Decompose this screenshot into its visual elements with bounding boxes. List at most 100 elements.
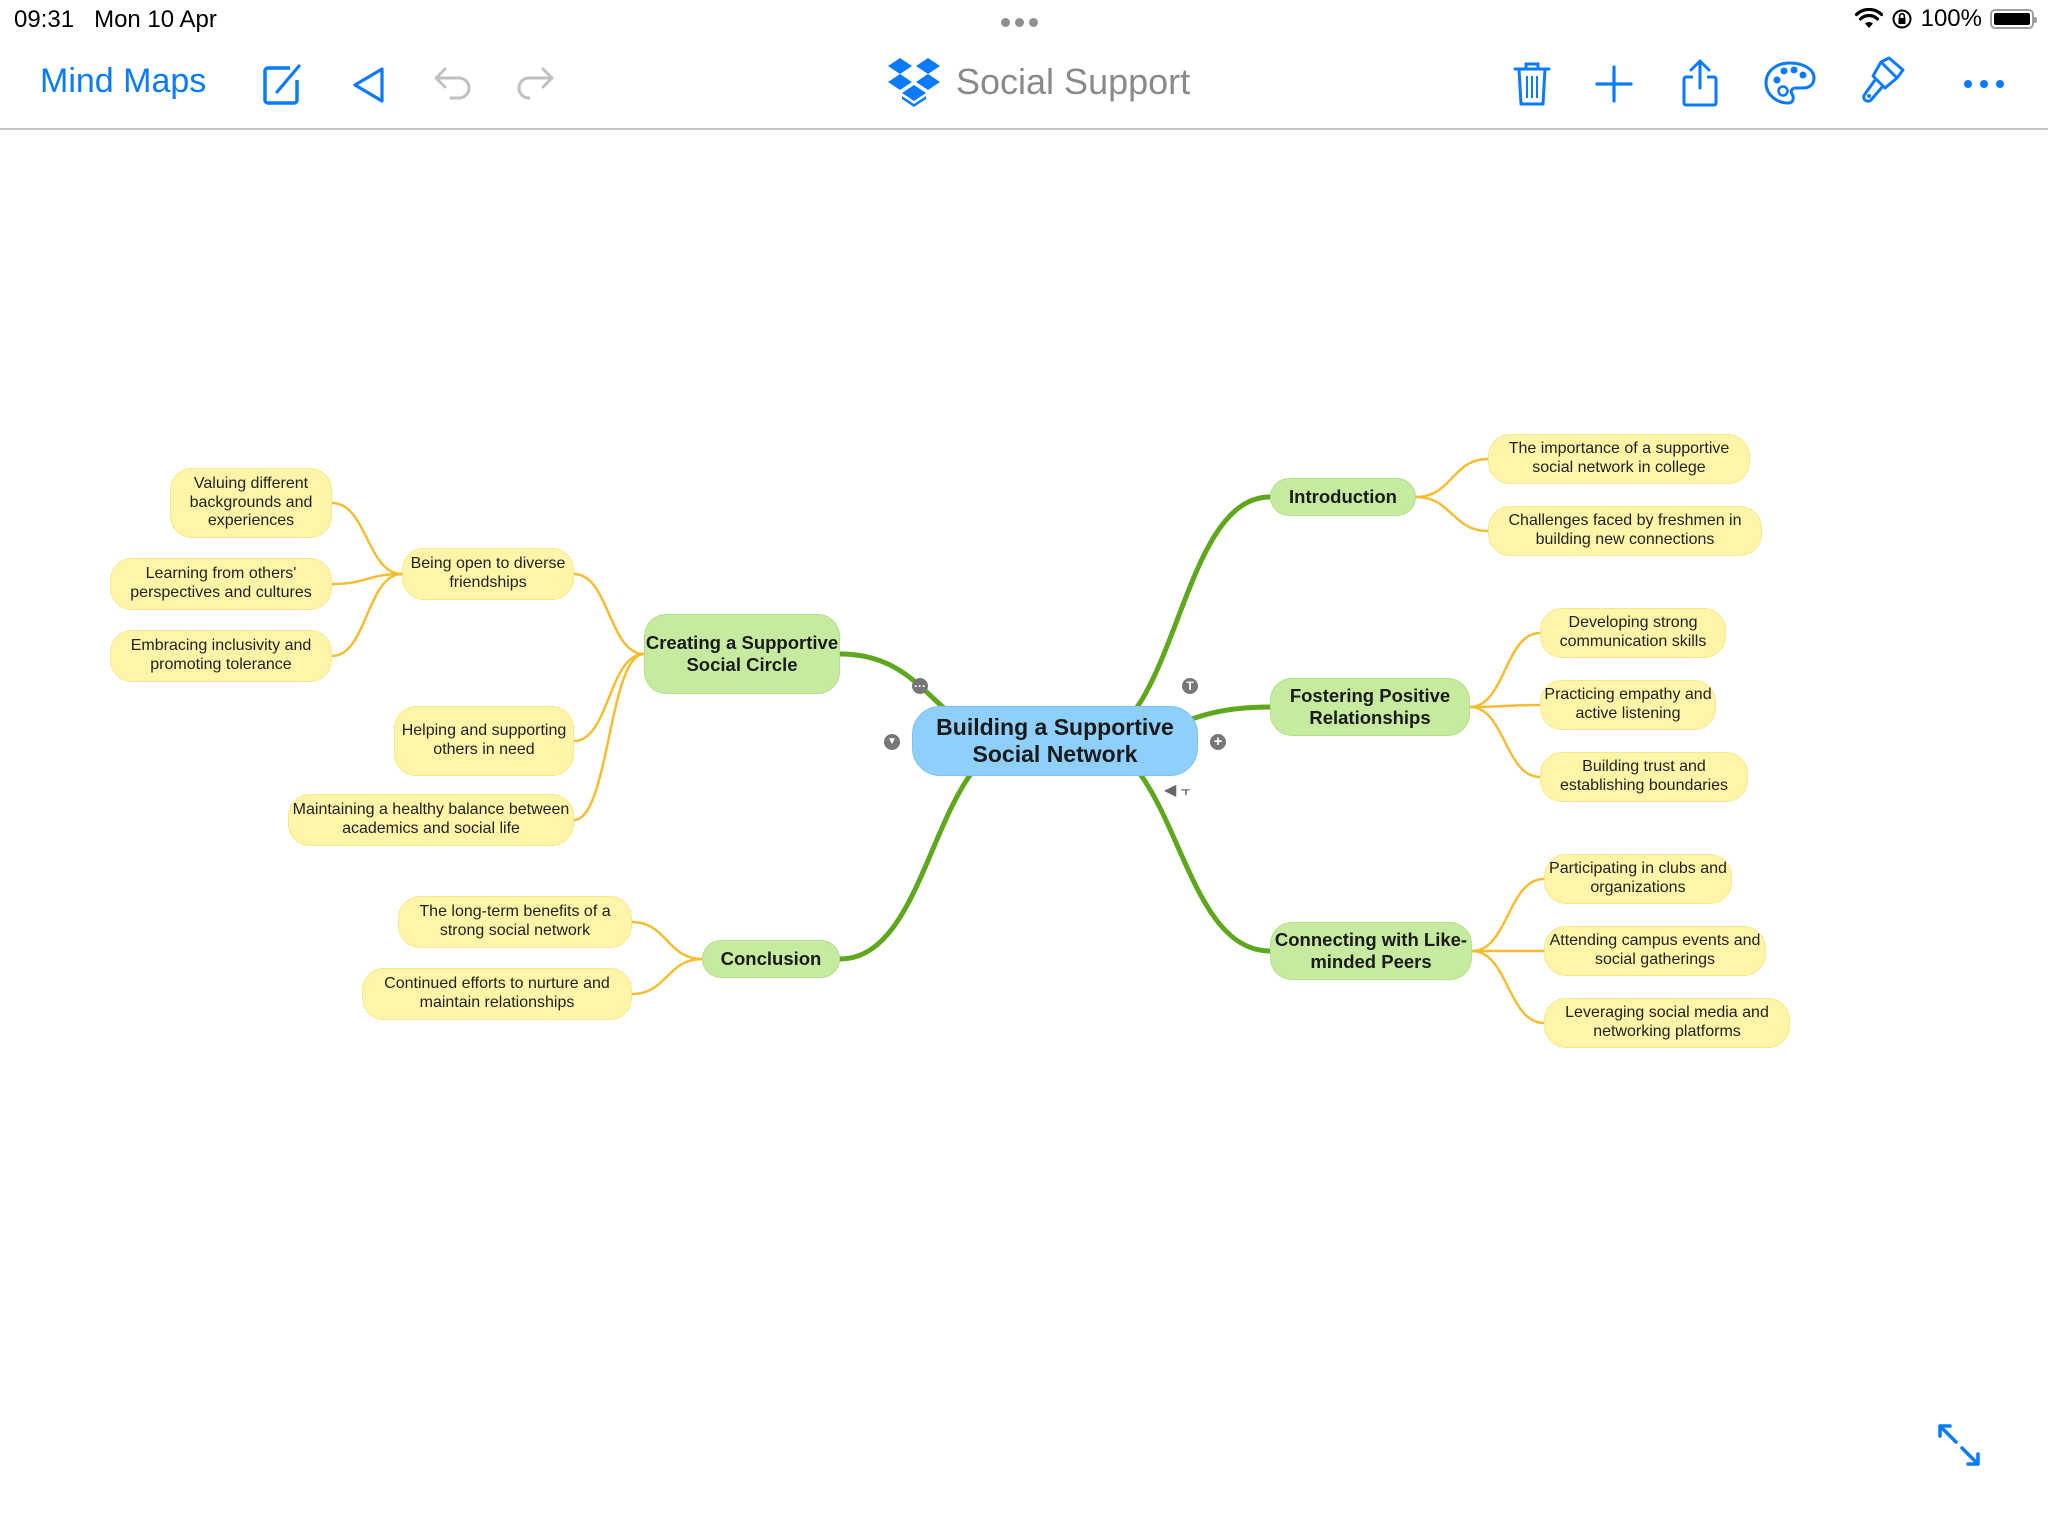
undo-icon (434, 67, 471, 100)
mindmap-canvas[interactable]: Building a Supportive Social Network Int… (0, 130, 2048, 1536)
leaf-link (1470, 877, 1546, 953)
leaf-node[interactable]: Participating in clubs and organizations (1544, 854, 1732, 904)
leaf-text: Being open to diverse friendships (410, 555, 566, 591)
branch-text: Introduction (1289, 486, 1397, 508)
style-button[interactable] (1762, 58, 1818, 108)
leaf-node[interactable]: Helping and supporting others in need (394, 706, 574, 776)
add-button[interactable] (1590, 60, 1638, 108)
leaf-link (1470, 949, 1546, 1025)
undo-button[interactable] (430, 62, 476, 108)
battery-icon (1990, 9, 2037, 29)
trash-icon (1513, 62, 1551, 106)
branch-node-introduction[interactable]: Introduction (1270, 478, 1416, 516)
redo-button[interactable] (512, 62, 558, 108)
leaf-link (630, 957, 704, 996)
document-title[interactable]: Social Support (886, 56, 1190, 108)
dropbox-icon (888, 58, 940, 107)
leaf-text: Valuing different backgrounds and experi… (189, 474, 313, 530)
plus-icon (1595, 65, 1633, 103)
delete-button[interactable] (1508, 58, 1556, 110)
leaf-text: Continued efforts to nurture and maintai… (384, 975, 610, 1011)
expand-arrows-icon (1938, 1424, 1980, 1466)
leaf-text: Building trust and establishing boundari… (1559, 758, 1729, 794)
leaf-link (572, 652, 646, 743)
more-handle-icon[interactable]: ··· (912, 678, 928, 694)
root-node[interactable]: Building a Supportive Social Network (912, 706, 1198, 776)
date-text: Mon 10 Apr (94, 6, 217, 33)
leaf-text: Learning from others' perspectives and c… (130, 565, 312, 601)
leaf-text: Embracing inclusivity and promoting tole… (130, 637, 312, 673)
leaf-node[interactable]: Leveraging social media and networking p… (1544, 998, 1790, 1048)
leaf-link (1414, 495, 1490, 533)
main-link (1082, 494, 1273, 744)
branch-node-fostering-positive-relationships[interactable]: Fostering Positive Relationships (1270, 678, 1470, 736)
paintbrush-icon (1862, 56, 1905, 103)
leaf-text: Participating in clubs and organizations (1549, 860, 1727, 896)
present-button[interactable] (346, 62, 392, 108)
leaf-link (1414, 457, 1490, 499)
leaf-node[interactable]: Challenges faced by freshmen in building… (1488, 506, 1762, 556)
leaf-link (330, 572, 404, 658)
leaf-node[interactable]: Valuing different backgrounds and experi… (170, 468, 332, 538)
leaf-text: Developing strong communication skills (1559, 614, 1707, 650)
wifi-icon (1854, 8, 1883, 28)
leaf-node[interactable]: Maintaining a healthy balance between ac… (288, 794, 574, 846)
edit-button[interactable] (258, 60, 308, 110)
format-painter-button[interactable] (1858, 54, 1908, 112)
more-icon (1964, 80, 2004, 88)
leaf-text: Maintaining a healthy balance between ac… (292, 801, 570, 837)
leaf-node[interactable]: Embracing inclusivity and promoting tole… (110, 630, 332, 682)
leaf-node[interactable]: Developing strong communication skills (1540, 608, 1726, 658)
text-handle-icon[interactable]: T (1182, 678, 1198, 694)
leaf-link (1468, 705, 1542, 779)
share-icon (1682, 59, 1718, 107)
leaf-text: The importance of a supportive social ne… (1508, 440, 1730, 476)
multitasking-dots-icon[interactable] (1001, 18, 1038, 27)
leaf-node[interactable]: Being open to diverse friendships (402, 548, 574, 600)
branch-text: Creating a Supportive Social Circle (645, 632, 839, 675)
root-node-text: Building a Supportive Social Network (936, 713, 1174, 767)
branch-node-connecting-with-peers[interactable]: Connecting with Like-minded Peers (1270, 922, 1472, 980)
leaf-text: The long-term benefits of a strong socia… (419, 903, 611, 939)
leaf-link (1468, 631, 1542, 709)
leaf-node[interactable]: Learning from others' perspectives and c… (110, 558, 332, 610)
leaf-link (630, 920, 704, 961)
more-button[interactable] (1960, 62, 2008, 106)
toolbar: Mind Maps Social Support (0, 40, 2048, 130)
branch-node-conclusion[interactable]: Conclusion (702, 940, 840, 978)
collapse-handle-icon[interactable]: ▼ (884, 734, 900, 750)
orientation-lock-icon (1892, 9, 1912, 29)
status-bar: 09:31 Mon 10 Apr 100% (0, 0, 2048, 40)
leaf-node[interactable]: Attending campus events and social gathe… (1544, 926, 1766, 976)
leaf-node[interactable]: Practicing empathy and active listening (1540, 680, 1716, 730)
leaf-text: Leveraging social media and networking p… (1565, 1004, 1769, 1040)
add-child-icon[interactable]: + (1210, 734, 1226, 750)
edit-icon (263, 64, 301, 105)
fullscreen-button[interactable] (1936, 1422, 1982, 1473)
leaf-node[interactable]: The long-term benefits of a strong socia… (398, 896, 632, 948)
leaf-node[interactable]: The importance of a supportive social ne… (1488, 434, 1750, 484)
leaf-node[interactable]: Building trust and establishing boundari… (1540, 752, 1748, 802)
branch-text: Fostering Positive Relationships (1289, 685, 1451, 728)
leaf-text: Practicing empathy and active listening (1544, 686, 1712, 722)
branch-node-creating-supportive-circle[interactable]: Creating a Supportive Social Circle (644, 614, 840, 694)
time-text: 09:31 (14, 6, 75, 33)
leaf-link (572, 572, 646, 656)
status-indicators: 100% (1854, 5, 2037, 33)
leaf-text: Attending campus events and social gathe… (1549, 932, 1761, 968)
play-triangle-icon (353, 67, 384, 103)
leaf-node[interactable]: Continued efforts to nurture and maintai… (362, 968, 632, 1020)
callout-icon[interactable]: ◀ ⫟ (1164, 780, 1190, 800)
leaf-text: Challenges faced by freshmen in building… (1508, 512, 1742, 548)
battery-percentage: 100% (1920, 5, 1982, 32)
share-button[interactable] (1676, 56, 1724, 110)
leaf-link (330, 501, 404, 576)
branch-text: Connecting with Like-minded Peers (1274, 929, 1468, 972)
leaf-text: Helping and supporting others in need (401, 722, 567, 758)
branch-text: Conclusion (720, 948, 822, 970)
mind-maps-back-button[interactable]: Mind Maps (40, 62, 206, 101)
palette-icon (1764, 61, 1816, 105)
redo-icon (517, 67, 554, 100)
document-title-text: Social Support (956, 61, 1191, 102)
status-time: 09:31 Mon 10 Apr (14, 6, 217, 34)
